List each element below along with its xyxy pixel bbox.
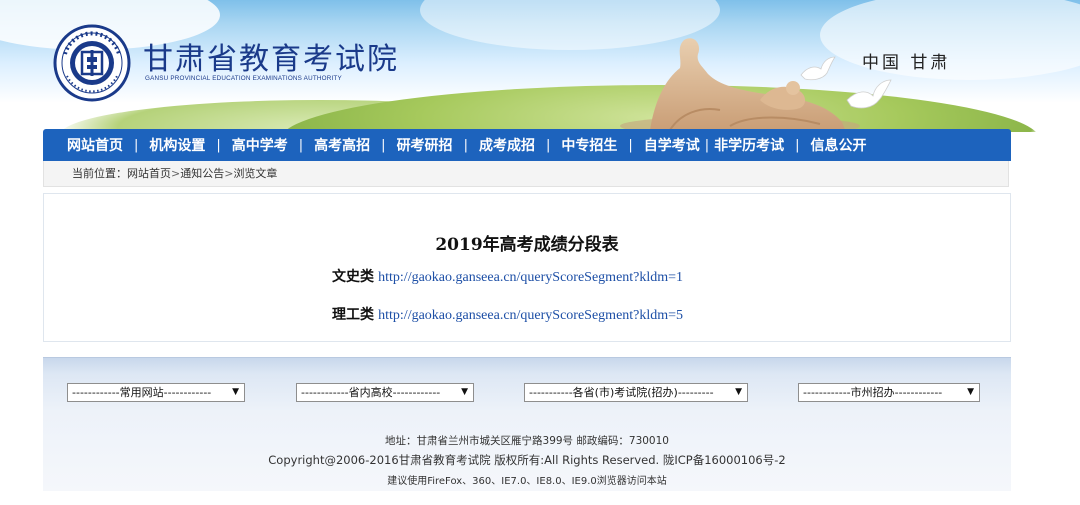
breadcrumb-current: 浏览文章 [233, 167, 278, 180]
region-label: 中国 甘肃 [862, 53, 951, 73]
breadcrumb-separator: > [171, 167, 181, 180]
site-name-cn[interactable]: 甘肃省教育考试院 [143, 34, 399, 78]
nav-item-high-school-exam[interactable]: 高中学考 [232, 135, 288, 155]
category-label: 理工类 [332, 307, 374, 323]
nav-item-vocational-admission[interactable]: 中专招生 [561, 135, 617, 155]
score-link-row-science: 理工类 http://gaokao.ganseea.cn/queryScoreS… [332, 304, 683, 324]
select-value: -----------各省(市)考试院(招办)--------- [529, 386, 714, 399]
provincial-exam-authorities-select[interactable]: -----------各省(市)考试院(招办)--------- ▼ [524, 383, 748, 402]
breadcrumb-prefix: 当前位置： [72, 167, 127, 180]
main-nav: 网站首页 | 机构设置 | 高中学考 | 高考高招 | 研考研招 | 成考成招 … [43, 129, 1011, 161]
city-admission-offices-select[interactable]: ------------市州招办------------ ▼ [798, 383, 980, 402]
nav-item-adult-exam[interactable]: 成考成招 [479, 135, 535, 155]
dove-icon [846, 79, 892, 109]
footer-browser-note: 建议使用FireFox、360、IE7.0、IE8.0、IE9.0浏览器访问本站 [387, 476, 667, 487]
header-banner: 甘肃省教育考试院 GANSU PROVINCIAL EDUCATION EXAM… [0, 0, 1080, 132]
article-title: 2019年高考成绩分段表 [435, 235, 619, 255]
breadcrumb-link-notices[interactable]: 通知公告 [180, 167, 224, 180]
score-link-liberal-arts[interactable]: http://gaokao.ganseea.cn/queryScoreSegme… [378, 270, 683, 285]
nav-separator: | [704, 137, 710, 153]
nav-item-self-study-exam[interactable]: 自学考试 [644, 135, 700, 155]
nav-separator: | [216, 137, 221, 153]
dove-icon [800, 56, 836, 81]
nav-item-home[interactable]: 网站首页 [67, 135, 123, 155]
footer: ------------常用网站------------ ▼ ---------… [43, 357, 1011, 491]
nav-item-info-disclosure[interactable]: 信息公开 [811, 135, 867, 155]
site-name-en: GANSU PROVINCIAL EDUCATION EXAMINATIONS … [145, 75, 342, 82]
dropdown-arrow-icon: ▼ [232, 387, 239, 397]
nav-separator: | [134, 137, 139, 153]
score-link-science[interactable]: http://gaokao.ganseea.cn/queryScoreSegme… [378, 308, 683, 323]
article-panel: 2019年高考成绩分段表 文史类 http://gaokao.ganseea.c… [43, 193, 1011, 342]
footer-address: 地址：甘肃省兰州市城关区雁宁路399号 邮政编码：730010 [385, 435, 669, 447]
select-value: ------------常用网站------------ [72, 386, 212, 399]
nav-item-graduate-exam[interactable]: 研考研招 [397, 135, 453, 155]
dropdown-arrow-icon: ▼ [967, 387, 974, 397]
nav-separator: | [545, 137, 551, 153]
score-link-row-liberal-arts: 文史类 http://gaokao.ganseea.cn/queryScoreS… [332, 266, 683, 286]
nav-item-organization[interactable]: 机构设置 [149, 135, 205, 155]
category-label: 文史类 [332, 269, 374, 285]
nav-item-gaokao[interactable]: 高考高招 [314, 135, 370, 155]
nav-separator: | [628, 137, 633, 153]
select-value: ------------市州招办------------ [803, 386, 943, 399]
nav-separator: | [795, 137, 800, 153]
nav-separator: | [463, 137, 468, 153]
nav-item-non-degree-exam[interactable]: 非学历考试 [714, 135, 784, 155]
province-universities-select[interactable]: ------------省内高校------------ ▼ [296, 383, 474, 402]
breadcrumb-link-home[interactable]: 网站首页 [127, 167, 171, 180]
authority-emblem-icon[interactable] [53, 24, 131, 102]
dropdown-arrow-icon: ▼ [461, 387, 468, 397]
footer-copyright: Copyright@2006-2016甘肃省教育考试院 版权所有:All Rig… [268, 453, 786, 467]
common-sites-select[interactable]: ------------常用网站------------ ▼ [67, 383, 245, 402]
nav-separator: | [381, 137, 386, 153]
breadcrumb: 当前位置：网站首页>通知公告>浏览文章 [43, 161, 1009, 187]
select-value: ------------省内高校------------ [301, 386, 441, 399]
nav-separator: | [298, 137, 304, 153]
dropdown-arrow-icon: ▼ [735, 387, 742, 397]
